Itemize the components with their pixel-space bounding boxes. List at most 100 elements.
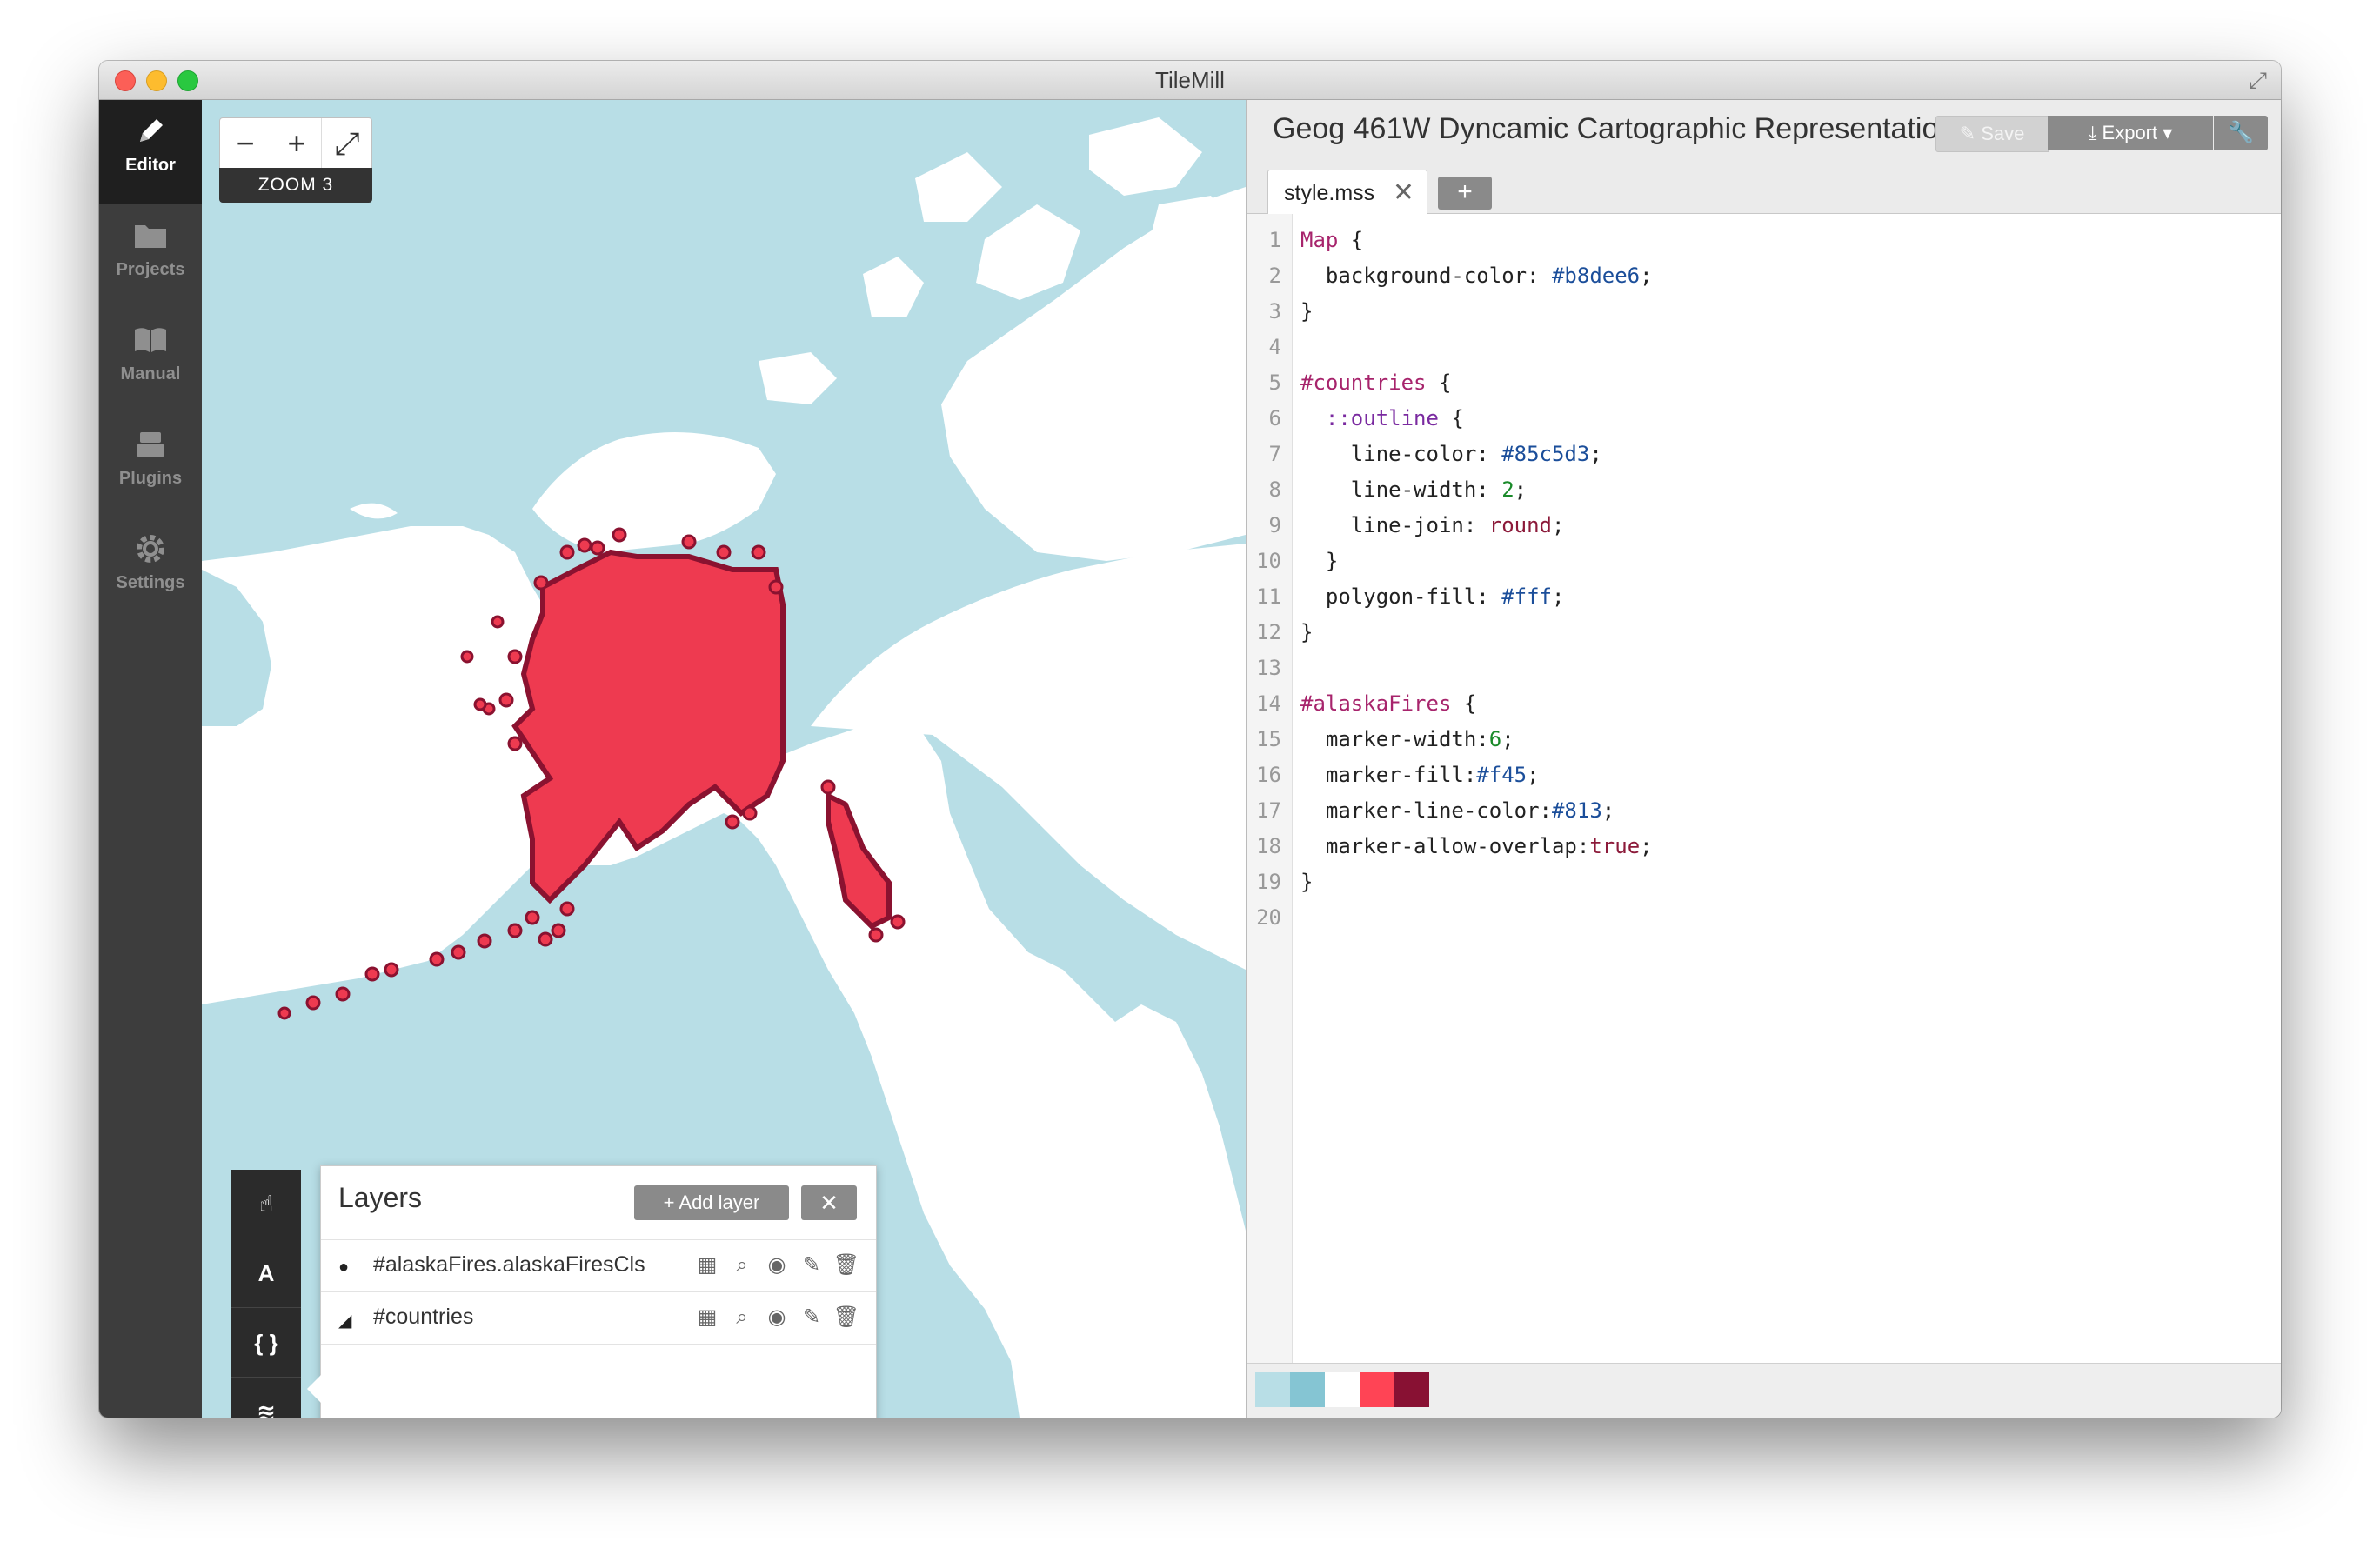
- map-tools: ☝ A { } ≋: [231, 1170, 301, 1418]
- color-swatch[interactable]: [1394, 1372, 1429, 1407]
- zoom-in-button[interactable]: +: [271, 118, 322, 169]
- code-token: ;: [1589, 442, 1602, 466]
- code-line: line-color: #85c5d3;: [1300, 438, 1602, 470]
- window-close-button[interactable]: [115, 70, 136, 91]
- style-editor: Geog 461W Dyncamic Cartographic Represen…: [1246, 100, 2281, 1418]
- code-token: #813: [1551, 798, 1602, 823]
- layer-row[interactable]: ◢ #countries ▦ ⌕ ◉ ✎ 🗑: [321, 1291, 876, 1345]
- code-line: ::outline {: [1300, 403, 1464, 434]
- sidebar-item-manual[interactable]: Manual: [99, 309, 202, 413]
- color-swatch[interactable]: [1290, 1372, 1325, 1407]
- sidebar-item-plugins[interactable]: Plugins: [99, 413, 202, 517]
- gear-icon: [137, 535, 164, 563]
- code-token: ;: [1640, 264, 1653, 288]
- window-maximize-button[interactable]: [177, 70, 198, 91]
- search-icon[interactable]: ⌕: [725, 1305, 759, 1330]
- code-token: line-color:: [1300, 442, 1502, 466]
- color-swatch[interactable]: [1360, 1372, 1394, 1407]
- code-token: ;: [1551, 584, 1565, 609]
- window-title: TileMill: [1155, 67, 1225, 93]
- fullscreen-map-button[interactable]: ⤢: [321, 118, 372, 169]
- export-button[interactable]: ⤓ Export ▾: [2048, 116, 2213, 150]
- add-layer-button[interactable]: + Add layer: [634, 1185, 789, 1220]
- layer-name: #alaskaFires.alaskaFiresCls: [373, 1252, 645, 1277]
- zoom-out-button[interactable]: −: [220, 118, 271, 169]
- chevron-down-icon: ▾: [2163, 122, 2173, 143]
- wrench-icon[interactable]: 🔧: [2214, 116, 2268, 150]
- search-icon[interactable]: ⌕: [725, 1253, 759, 1278]
- line-number: 4: [1268, 335, 1281, 359]
- code-token: }: [1300, 299, 1314, 324]
- map-view[interactable]: − + ⤢ ZOOM 3 ☝ A { } ≋ Layers + Add laye…: [202, 100, 1246, 1418]
- color-swatch[interactable]: [1325, 1372, 1360, 1407]
- code-token: polygon-fill:: [1300, 584, 1502, 609]
- sidebar-item-label: Projects: [116, 260, 185, 279]
- code-token: line-join:: [1300, 513, 1489, 537]
- code-token: marker-width:: [1300, 727, 1489, 751]
- tab-style-mss[interactable]: style.mss ✕: [1267, 170, 1427, 214]
- pencil-icon[interactable]: ✎: [794, 1305, 829, 1330]
- sidebar-item-settings[interactable]: Settings: [99, 517, 202, 622]
- window-minimize-button[interactable]: [146, 70, 167, 91]
- code-token: ;: [1552, 513, 1565, 537]
- code-token: background-color:: [1300, 264, 1552, 288]
- trash-icon[interactable]: 🗑: [829, 1252, 864, 1278]
- table-icon[interactable]: ▦: [690, 1252, 725, 1278]
- plus-icon: +: [663, 1191, 679, 1213]
- code-line: #countries {: [1300, 367, 1451, 398]
- sidebar-item-projects[interactable]: Projects: [99, 204, 202, 309]
- line-number: 7: [1268, 442, 1281, 466]
- line-number: 9: [1268, 513, 1281, 537]
- code-line: marker-allow-overlap:true;: [1300, 831, 1653, 862]
- code-token: }: [1300, 620, 1314, 644]
- code-token: {: [1338, 228, 1364, 252]
- close-layers-button[interactable]: ✕: [801, 1185, 857, 1220]
- eye-icon[interactable]: ◉: [759, 1305, 794, 1330]
- layer-row[interactable]: ● #alaskaFires.alaskaFiresCls ▦ ⌕ ◉ ✎ 🗑: [321, 1239, 876, 1292]
- close-icon[interactable]: ✕: [1393, 177, 1414, 208]
- layers-title: Layers: [338, 1182, 423, 1213]
- eye-icon[interactable]: ◉: [759, 1252, 794, 1278]
- download-icon: ⤓: [2088, 122, 2103, 143]
- fullscreen-icon[interactable]: ⤢: [2249, 68, 2267, 92]
- line-number: 8: [1268, 477, 1281, 502]
- code-editor[interactable]: 1 Map {2 background-color: #b8dee6; 3} 4 5 #c…: [1247, 214, 2281, 1364]
- trash-icon[interactable]: 🗑: [829, 1305, 864, 1330]
- line-number: 17: [1256, 798, 1281, 823]
- table-icon[interactable]: ▦: [690, 1305, 725, 1330]
- layer-actions: ▦ ⌕ ◉ ✎ 🗑: [690, 1305, 864, 1332]
- line-number: 11: [1256, 584, 1281, 609]
- braces-icon[interactable]: { }: [231, 1309, 301, 1378]
- layers-icon[interactable]: ≋: [231, 1378, 301, 1418]
- sidebar-item-label: Settings: [116, 573, 185, 592]
- save-button[interactable]: ✎ Save: [1935, 116, 2049, 152]
- add-tab-button[interactable]: +: [1438, 177, 1492, 210]
- code-token: }: [1300, 549, 1339, 573]
- code-line: }: [1300, 545, 1338, 577]
- code-line: line-join: round;: [1300, 510, 1565, 541]
- code-token: ;: [1640, 834, 1653, 858]
- polygon-layer-icon: ◢: [338, 1311, 352, 1331]
- plugin-icon: [137, 432, 164, 457]
- sidebar-item-editor[interactable]: Editor: [99, 100, 202, 204]
- code-token: #alaskaFires: [1300, 691, 1452, 716]
- code-line: polygon-fill: #fff;: [1300, 581, 1565, 612]
- code-token: Map: [1300, 228, 1339, 252]
- hand-icon[interactable]: ☝: [231, 1170, 301, 1238]
- color-swatch[interactable]: [1255, 1372, 1290, 1407]
- line-number: 16: [1256, 763, 1281, 787]
- pencil-icon: [140, 119, 163, 142]
- sidebar-item-label: Plugins: [118, 469, 183, 488]
- code-token: ;: [1601, 798, 1615, 823]
- code-token: ::outline: [1325, 406, 1439, 430]
- line-number: 13: [1256, 656, 1281, 680]
- code-token: #b8dee6: [1551, 264, 1641, 288]
- color-palette: [1247, 1363, 2281, 1418]
- pencil-icon: ✎: [1959, 123, 1982, 144]
- save-label: Save: [1981, 123, 2025, 144]
- pencil-icon[interactable]: ✎: [794, 1252, 829, 1278]
- font-icon[interactable]: A: [231, 1239, 301, 1308]
- folder-icon: [135, 225, 166, 248]
- code-line: }: [1300, 617, 1313, 648]
- code-token: marker-line-color:: [1300, 798, 1552, 823]
